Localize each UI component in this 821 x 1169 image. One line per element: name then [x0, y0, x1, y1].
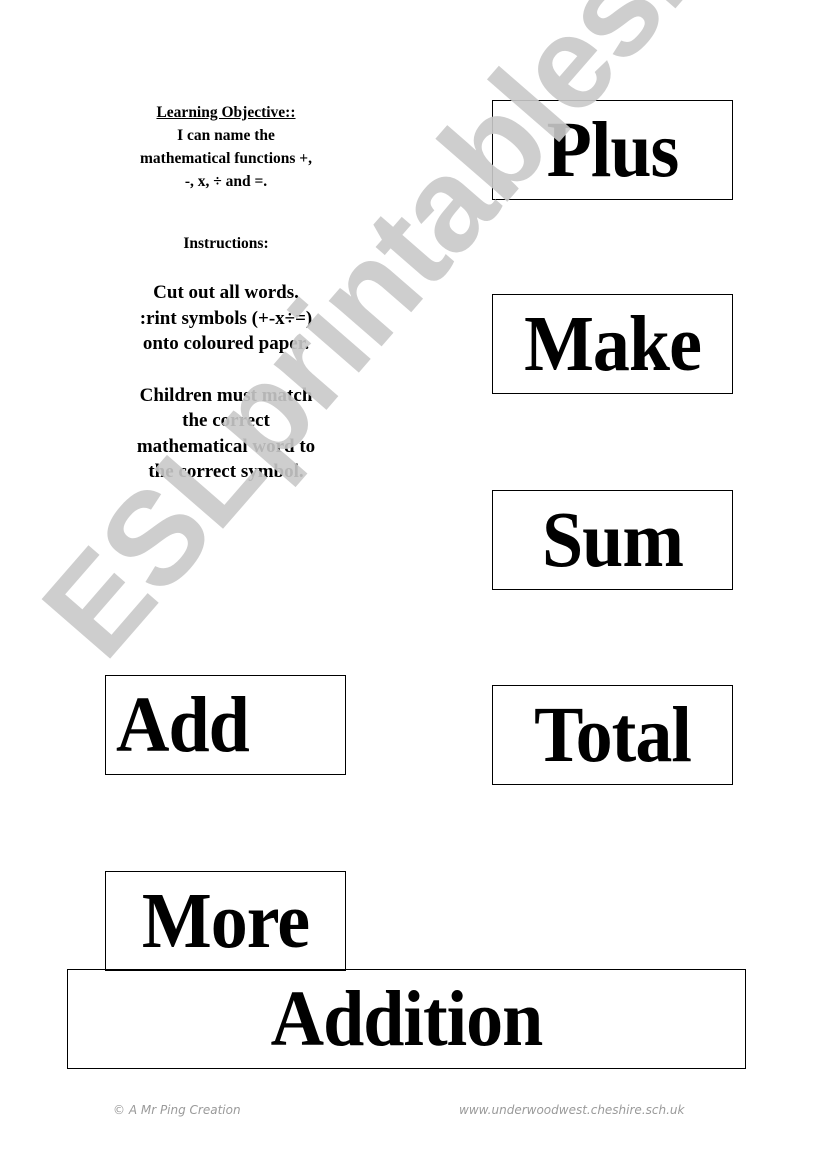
- learning-objective: Learning Objective:: I can name the math…: [108, 101, 344, 193]
- footer-credit: © A Mr Ping Creation: [113, 1103, 241, 1117]
- instructions-paragraph: Children must match the correct mathemat…: [108, 383, 344, 485]
- instruction-line: Children must match: [139, 384, 313, 406]
- word-card-addition: Addition: [67, 969, 746, 1069]
- instruction-line: mathematical word to: [136, 435, 316, 457]
- learning-objective-heading: Learning Objective::: [156, 104, 296, 121]
- word-card-make: Make: [492, 294, 733, 394]
- objective-line: mathematical functions +,: [140, 150, 312, 167]
- word-card-total: Total: [492, 685, 733, 785]
- instruction-line: the correct symbol.: [148, 461, 304, 482]
- word-card-label: More: [141, 876, 310, 966]
- word-card-label: Plus: [546, 105, 680, 195]
- instructions-body: Cut out all words. :rint symbols (+-x÷=)…: [108, 280, 344, 511]
- instruction-line: :rint symbols (+-x÷=): [139, 307, 313, 329]
- footer-website: www.underwoodwest.cheshire.sch.uk: [459, 1103, 685, 1117]
- word-card-label: Sum: [542, 495, 684, 585]
- word-card-more: More: [105, 871, 346, 971]
- word-card-add: Add: [105, 675, 346, 775]
- objective-line: I can name the: [177, 127, 275, 144]
- instructions-heading: Instructions:: [183, 235, 269, 252]
- word-card-label: Make: [524, 299, 702, 389]
- word-card-sum: Sum: [492, 490, 733, 590]
- instruction-line: onto coloured paper.: [142, 333, 310, 354]
- word-card-plus: Plus: [492, 100, 733, 200]
- word-card-label: Addition: [270, 974, 544, 1064]
- word-card-label: Total: [534, 690, 692, 780]
- instructions-paragraph: Cut out all words. :rint symbols (+-x÷=)…: [108, 280, 344, 357]
- word-card-label: Add: [116, 680, 250, 770]
- instruction-line: the correct: [182, 410, 270, 431]
- objective-line: -, x, ÷ and =.: [184, 173, 268, 190]
- instruction-line: Cut out all words.: [153, 282, 299, 303]
